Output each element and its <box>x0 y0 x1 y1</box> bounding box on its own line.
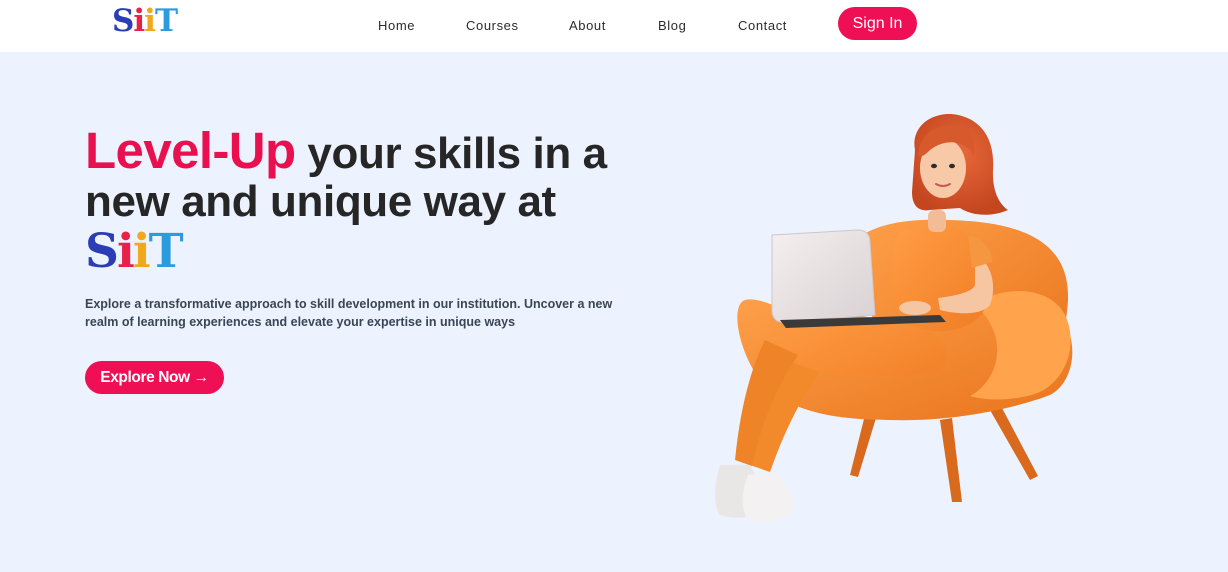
logo-letter-i: i <box>133 3 145 39</box>
nav-link-contact[interactable]: Contact <box>738 18 787 34</box>
neck-icon <box>928 210 946 232</box>
nav-link-blog[interactable]: Blog <box>658 18 686 34</box>
logo-letter-i: i <box>144 3 156 39</box>
nav-link-about[interactable]: About <box>569 18 606 34</box>
hand-icon <box>899 301 931 315</box>
nav-link-courses[interactable]: Courses <box>466 18 519 34</box>
chair-leg-icon <box>940 418 962 502</box>
hero-title: Level-Up your skills in a new and unique… <box>85 125 685 226</box>
hero-logo-letter-t: T <box>148 224 184 279</box>
site-logo[interactable]: SiiT <box>112 3 178 39</box>
hero-logo: SiiT <box>85 224 184 279</box>
sneaker-icon <box>742 472 795 522</box>
hero-logo-letter-i: i <box>116 224 135 279</box>
eye-icon <box>931 163 937 169</box>
logo-letter-t: T <box>154 3 178 39</box>
hero-logo-letter-i: i <box>132 224 151 279</box>
hero-title-accent: Level-Up <box>85 122 296 179</box>
sign-in-button[interactable]: Sign In <box>838 7 917 40</box>
explore-now-button[interactable]: Explore Now → <box>85 361 224 394</box>
nav-link-home[interactable]: Home <box>378 18 415 34</box>
navbar: SiiT Home Courses About Blog Contact Sig… <box>0 0 1228 52</box>
hero-description: Explore a transformative approach to ski… <box>85 297 613 329</box>
eye-icon <box>949 163 955 169</box>
chair-leg-icon <box>850 415 876 477</box>
woman-with-laptop-illustration <box>715 114 1073 522</box>
chair-leg-icon <box>990 408 1038 480</box>
laptop-icon <box>771 229 876 323</box>
logo-letter-s: S <box>112 3 134 39</box>
hero-logo-letter-s: S <box>85 224 119 279</box>
